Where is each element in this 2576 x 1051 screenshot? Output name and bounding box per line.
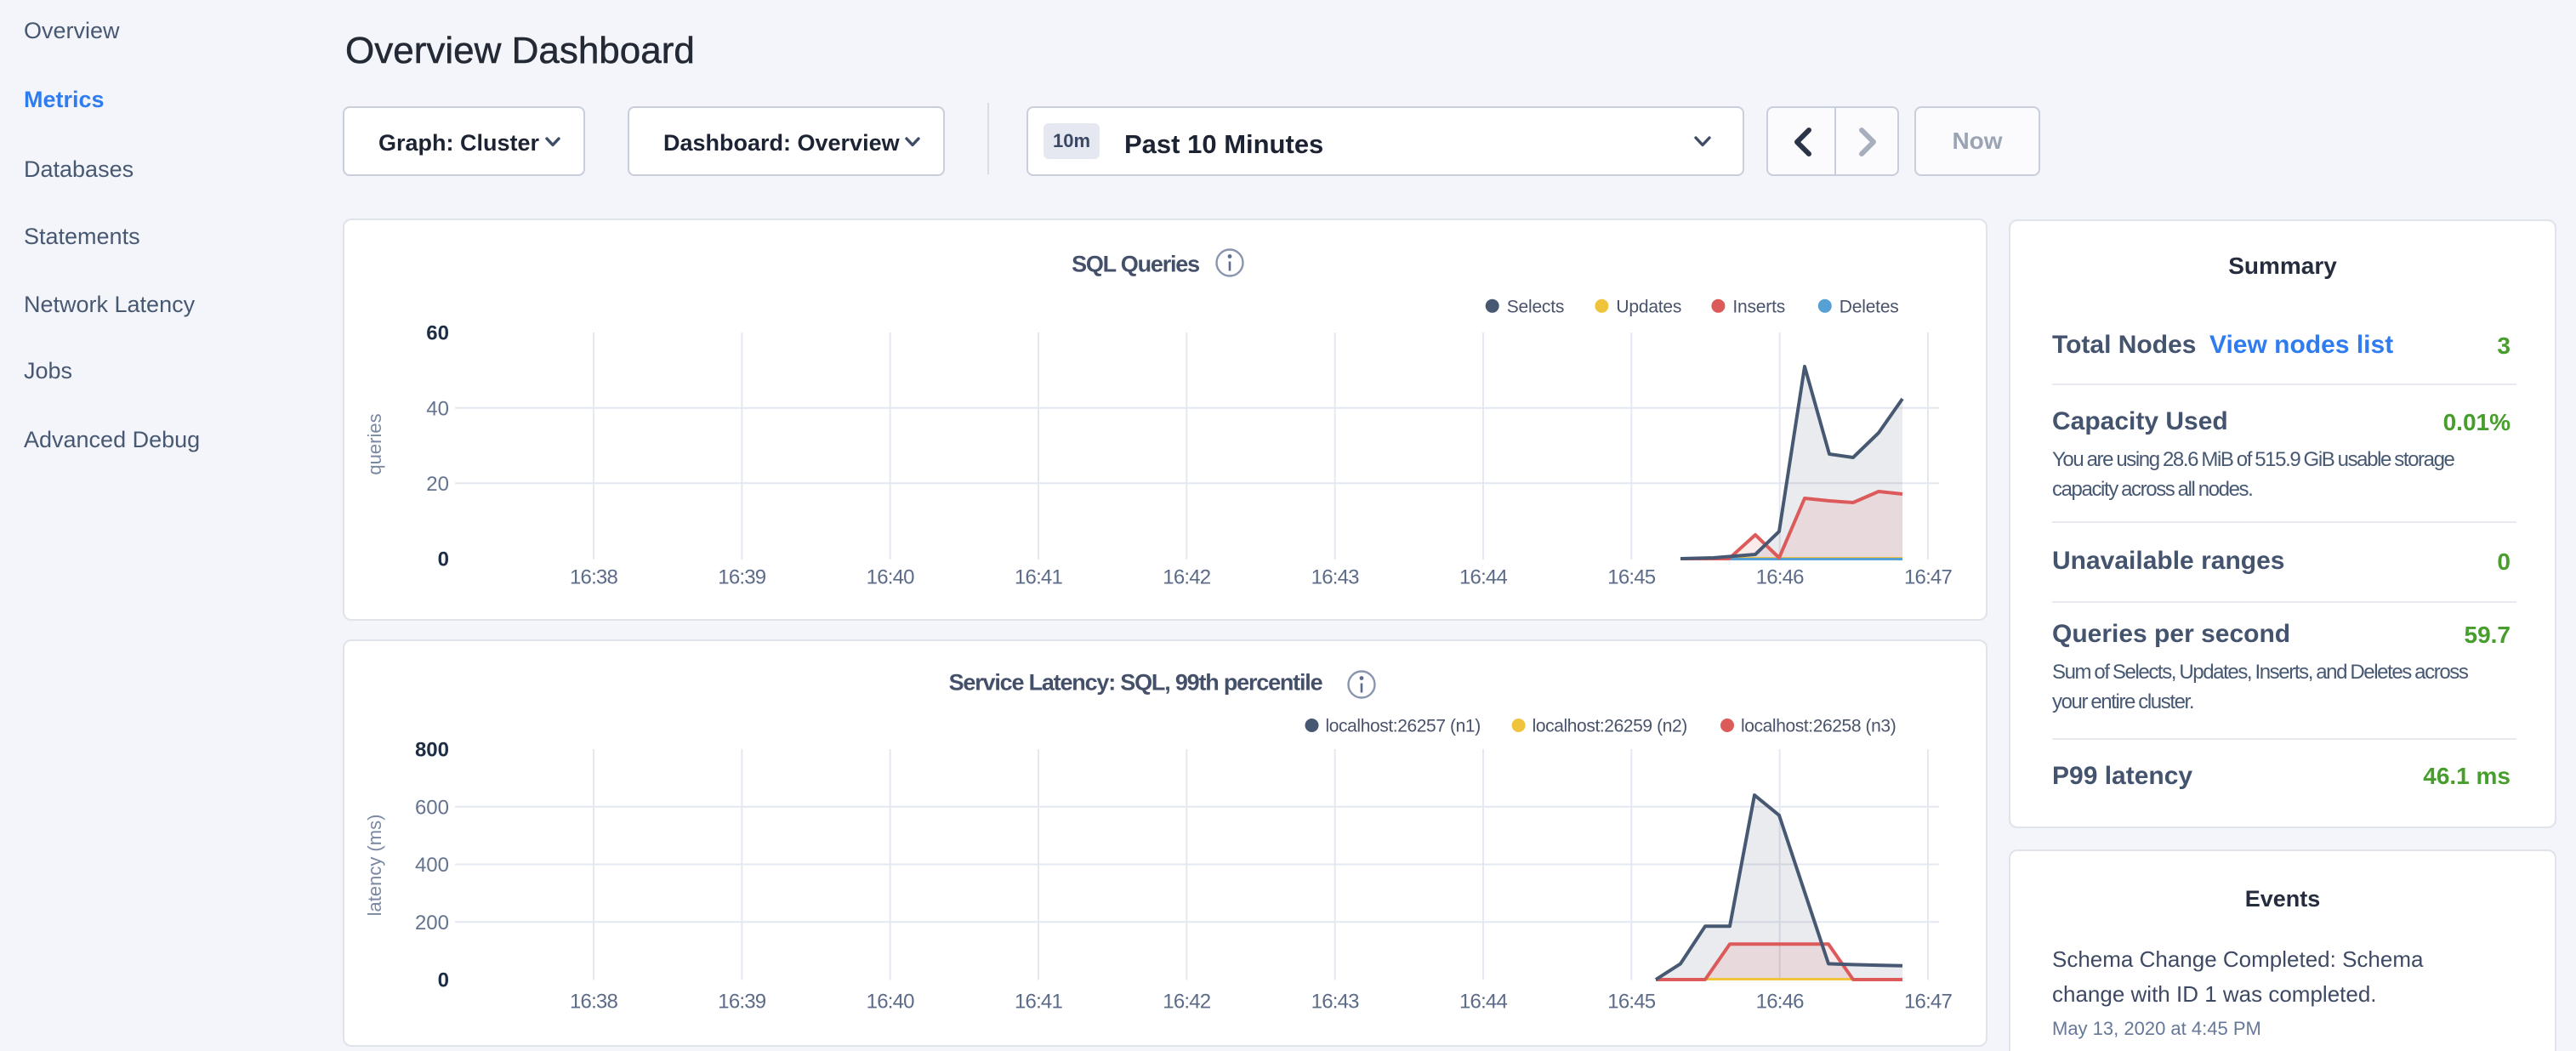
svg-text:16:41: 16:41 <box>1015 990 1063 1013</box>
svg-text:Inserts: Inserts <box>1732 298 1785 317</box>
svg-text:16:42: 16:42 <box>1163 565 1211 588</box>
svg-text:20: 20 <box>426 473 449 496</box>
svg-text:16:38: 16:38 <box>570 565 618 588</box>
svg-text:16:47: 16:47 <box>1904 565 1953 588</box>
svg-text:queries: queries <box>364 413 385 474</box>
svg-text:Deletes: Deletes <box>1840 298 1899 317</box>
svg-text:400: 400 <box>415 854 449 877</box>
svg-text:16:44: 16:44 <box>1459 990 1508 1013</box>
svg-text:200: 200 <box>415 912 449 935</box>
svg-text:16:46: 16:46 <box>1756 565 1805 588</box>
svg-text:latency (ms): latency (ms) <box>364 815 385 917</box>
svg-text:16:47: 16:47 <box>1904 990 1953 1013</box>
svg-text:16:44: 16:44 <box>1459 565 1508 588</box>
svg-text:localhost:26257 (n1): localhost:26257 (n1) <box>1326 717 1481 736</box>
svg-text:16:45: 16:45 <box>1607 565 1656 588</box>
svg-text:800: 800 <box>415 739 449 762</box>
svg-text:0: 0 <box>438 969 449 992</box>
svg-text:16:46: 16:46 <box>1756 990 1805 1013</box>
svg-text:localhost:26259 (n2): localhost:26259 (n2) <box>1533 717 1687 736</box>
svg-text:0: 0 <box>438 548 449 571</box>
svg-text:16:40: 16:40 <box>867 565 915 588</box>
svg-text:60: 60 <box>426 322 449 345</box>
svg-text:16:42: 16:42 <box>1163 990 1211 1013</box>
svg-text:16:41: 16:41 <box>1015 565 1063 588</box>
svg-text:localhost:26258 (n3): localhost:26258 (n3) <box>1741 717 1896 736</box>
svg-text:Selects: Selects <box>1507 298 1564 317</box>
svg-text:Service Latency: SQL, 99th per: Service Latency: SQL, 99th percentile <box>949 669 1323 695</box>
svg-text:16:40: 16:40 <box>867 990 915 1013</box>
svg-text:16:38: 16:38 <box>570 990 618 1013</box>
svg-text:600: 600 <box>415 796 449 819</box>
svg-text:16:43: 16:43 <box>1311 565 1360 588</box>
svg-text:Updates: Updates <box>1616 298 1681 317</box>
svg-text:16:43: 16:43 <box>1311 990 1360 1013</box>
svg-text:16:39: 16:39 <box>718 990 766 1013</box>
svg-text:16:39: 16:39 <box>718 565 766 588</box>
svg-text:16:45: 16:45 <box>1607 990 1656 1013</box>
svg-text:SQL Queries: SQL Queries <box>1072 251 1199 276</box>
svg-text:40: 40 <box>426 397 449 420</box>
